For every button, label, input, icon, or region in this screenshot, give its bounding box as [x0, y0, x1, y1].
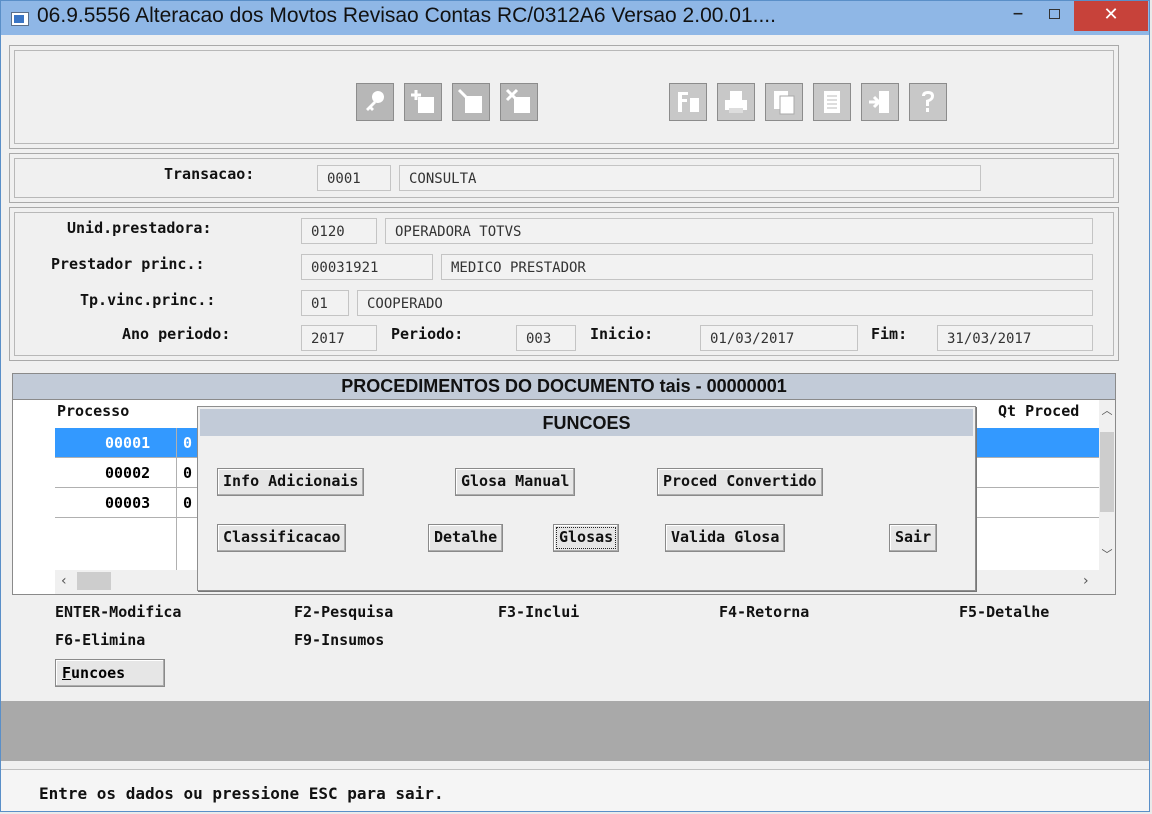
- tpvinc-label: Tp.vinc.princ.:: [80, 291, 216, 309]
- vertical-scrollbar[interactable]: ︿ ﹀: [1099, 400, 1115, 570]
- glosa-manual-button[interactable]: Glosa Manual: [455, 468, 576, 496]
- fkey-f2: F2-Pesquisa: [294, 603, 394, 621]
- inicio-label: Inicio:: [590, 325, 654, 343]
- scroll-thumb[interactable]: [1100, 432, 1114, 512]
- valida-glosa-button[interactable]: Valida Glosa: [665, 524, 786, 552]
- add-icon[interactable]: [404, 83, 442, 121]
- processo-cell: 00002: [105, 464, 151, 482]
- column-divider: [176, 428, 177, 570]
- funcoes-button[interactable]: Funcoes: [55, 659, 165, 687]
- fkey-f6: F6-Elimina: [55, 631, 146, 649]
- periodo-field[interactable]: 003: [516, 325, 576, 351]
- prestador-desc-field: MEDICO PRESTADOR: [441, 254, 1093, 280]
- transacao-desc-field: CONSULTA: [399, 165, 981, 191]
- tpvinc-code-field[interactable]: 01: [301, 290, 349, 316]
- next-cell: 0: [183, 434, 193, 452]
- classificacao-button[interactable]: Classificacao: [217, 524, 347, 552]
- col-qt-proced[interactable]: Qt Proced: [998, 402, 1079, 420]
- fim-label: Fim:: [871, 325, 908, 343]
- status-text: Entre os dados ou pressione ESC para sai…: [39, 784, 444, 803]
- processo-cell: 00001: [105, 434, 151, 452]
- sair-button[interactable]: Sair: [889, 524, 938, 552]
- print-icon[interactable]: [717, 83, 755, 121]
- scroll-right-icon[interactable]: ›: [1083, 573, 1089, 589]
- fim-field[interactable]: 31/03/2017: [937, 325, 1093, 351]
- transacao-code-field[interactable]: 0001: [317, 165, 391, 191]
- scroll-left-icon[interactable]: ‹: [61, 573, 67, 589]
- transacao-label: Transacao:: [164, 165, 255, 183]
- scroll-up-icon[interactable]: ︿: [1099, 402, 1115, 418]
- col-processo[interactable]: Processo: [57, 402, 129, 420]
- next-cell: 0: [183, 464, 193, 482]
- delete-icon[interactable]: [500, 83, 538, 121]
- scroll-down-icon[interactable]: ﹀: [1099, 546, 1115, 562]
- maximize-button[interactable]: [1037, 1, 1071, 31]
- prestador-label: Prestador princ.:: [51, 255, 205, 273]
- copy-icon[interactable]: [765, 83, 803, 121]
- proced-convertido-button[interactable]: Proced Convertido: [657, 468, 823, 496]
- inicio-field[interactable]: 01/03/2017: [700, 325, 858, 351]
- unid-label: Unid.prestadora:: [67, 219, 212, 237]
- edit-icon[interactable]: [452, 83, 490, 121]
- key-icon[interactable]: [356, 83, 394, 121]
- toolbar-panel: [9, 45, 1119, 149]
- title-bar[interactable]: 06.9.5556 Alteracao dos Movtos Revisao C…: [1, 1, 1149, 35]
- grid-title: PROCEDIMENTOS DO DOCUMENTO tais - 000000…: [13, 374, 1115, 400]
- help-icon[interactable]: [909, 83, 947, 121]
- message-area: [1, 701, 1149, 761]
- fkey-enter: ENTER-Modifica: [55, 603, 182, 621]
- document-icon[interactable]: [813, 83, 851, 121]
- unid-desc-field: OPERADORA TOTVS: [385, 218, 1093, 244]
- funcoes-dialog: FUNCOES Info Adicionais Glosa Manual Pro…: [197, 406, 976, 591]
- next-cell: 0: [183, 494, 193, 512]
- window-title: 06.9.5556 Alteracao dos Movtos Revisao C…: [37, 4, 776, 27]
- processo-cell: 00003: [105, 494, 151, 512]
- ano-field[interactable]: 2017: [301, 325, 377, 351]
- tpvinc-desc-field: COOPERADO: [357, 290, 1093, 316]
- hscroll-thumb[interactable]: [77, 572, 111, 590]
- filter-icon[interactable]: [669, 83, 707, 121]
- app-window: 06.9.5556 Alteracao dos Movtos Revisao C…: [0, 0, 1150, 812]
- prestador-code-field[interactable]: 00031921: [301, 254, 433, 280]
- ano-label: Ano periodo:: [122, 325, 231, 343]
- maximize-icon: [1049, 9, 1060, 19]
- glosas-button[interactable]: Glosas: [553, 524, 620, 552]
- app-icon: [11, 12, 29, 26]
- info-adicionais-button[interactable]: Info Adicionais: [217, 468, 365, 496]
- dialog-title: FUNCOES: [200, 409, 973, 436]
- fkey-f5: F5-Detalhe: [959, 603, 1050, 621]
- periodo-label: Periodo:: [391, 325, 464, 343]
- status-bar: Entre os dados ou pressione ESC para sai…: [1, 769, 1149, 811]
- close-button[interactable]: ✕: [1074, 1, 1148, 31]
- detalhe-button[interactable]: Detalhe: [428, 524, 504, 552]
- funcoes-label: uncoes: [71, 664, 126, 682]
- minimize-button[interactable]: –: [1001, 1, 1035, 31]
- exit-icon[interactable]: [861, 83, 899, 121]
- toolbar-frame: [14, 50, 1114, 144]
- fkey-f9: F9-Insumos: [294, 631, 385, 649]
- funcoes-hotkey: F: [62, 664, 72, 682]
- fkey-f3: F3-Inclui: [498, 603, 580, 621]
- fkey-f4: F4-Retorna: [719, 603, 810, 621]
- unid-code-field[interactable]: 0120: [301, 218, 377, 244]
